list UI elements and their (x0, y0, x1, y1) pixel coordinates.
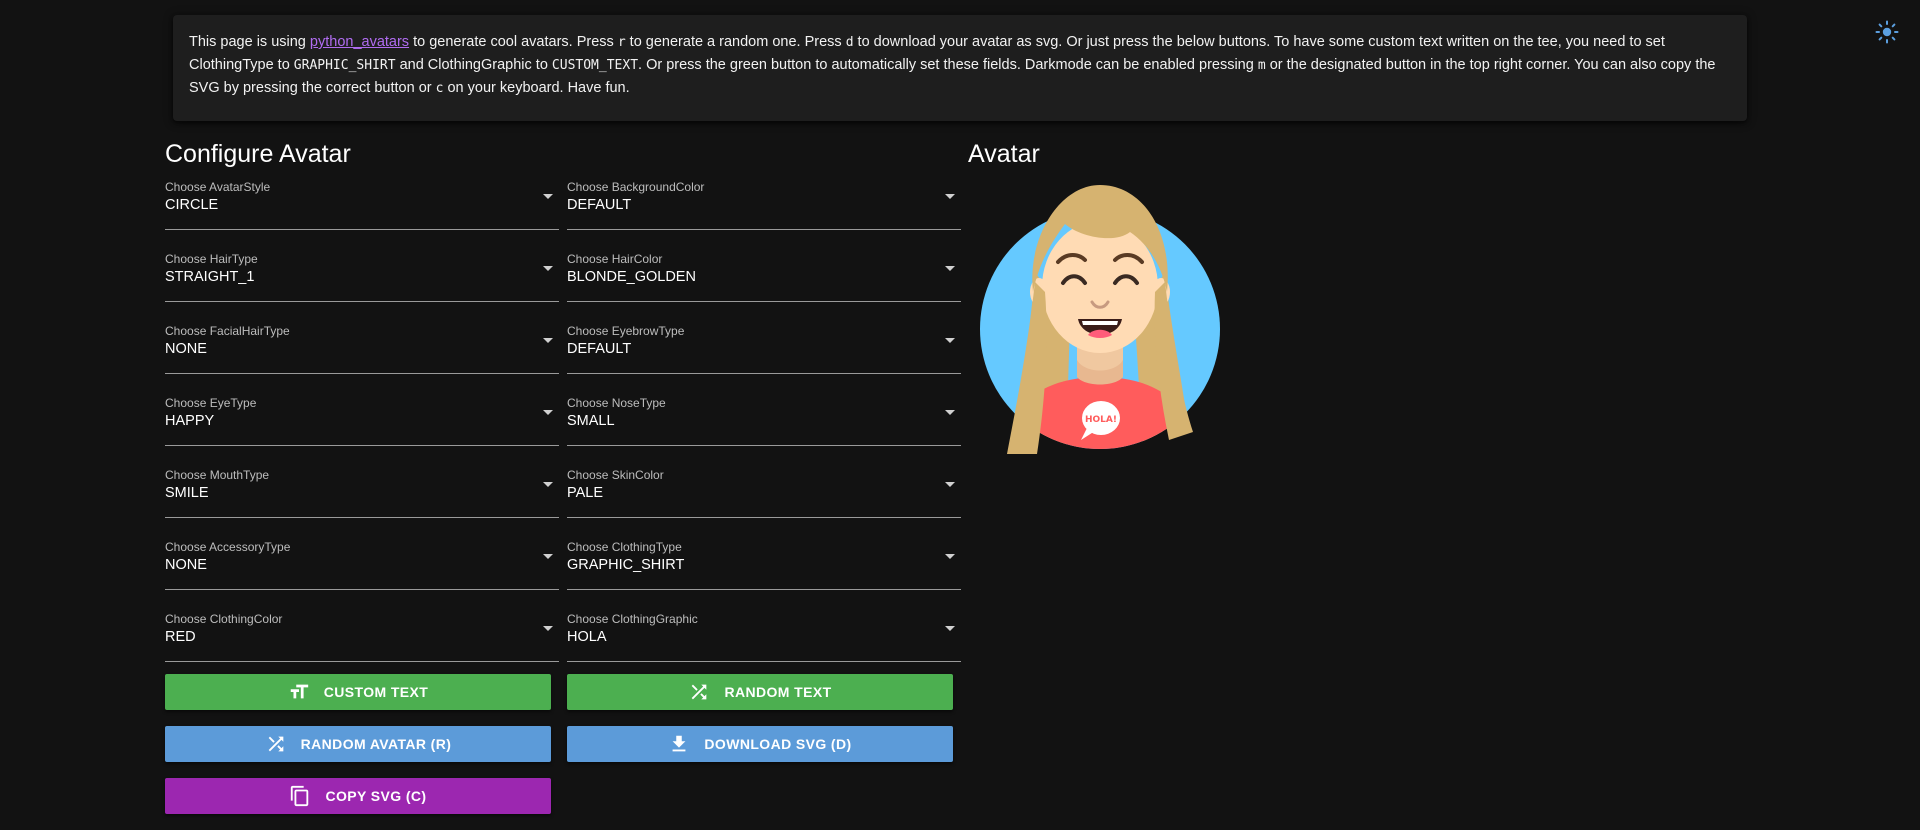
clothing-type-select[interactable]: Choose ClothingType GRAPHIC_SHIRT (567, 540, 961, 590)
field-value: PALE (567, 485, 604, 501)
facial-hair-type-select[interactable]: Choose FacialHairType NONE (165, 324, 559, 374)
field-value: RED (165, 629, 196, 645)
avatar-style-select[interactable]: Choose AvatarStyle CIRCLE (165, 180, 559, 230)
theme-toggle-button[interactable] (1874, 19, 1900, 45)
button-label: COPY SVG (C) (325, 788, 427, 804)
button-label: RANDOM AVATAR (R) (300, 736, 452, 752)
field-label: Choose MouthType (165, 468, 270, 482)
info-text-2: to generate cool avatars. Press (409, 34, 618, 50)
copy-svg-button[interactable]: COPY SVG (C) (165, 778, 551, 814)
key-m: m (1257, 58, 1266, 73)
download-svg-button[interactable]: DOWNLOAD SVG (D) (567, 726, 953, 762)
button-label: CUSTOM TEXT (323, 684, 429, 700)
dropdown-arrow-icon (945, 482, 955, 487)
hair-type-select[interactable]: Choose HairType STRAIGHT_1 (165, 252, 559, 302)
dropdown-arrow-icon (945, 194, 955, 199)
dropdown-arrow-icon (543, 266, 553, 271)
field-label: Choose AccessoryType (165, 540, 291, 554)
dropdown-arrow-icon (543, 482, 553, 487)
info-text-6: . Or press the green button to automatic… (638, 57, 1258, 73)
field-value: DEFAULT (567, 341, 632, 357)
field-label: Choose AvatarStyle (165, 180, 271, 194)
eye-type-select[interactable]: Choose EyeType HAPPY (165, 396, 559, 446)
info-text-3: to generate a random one. Press (625, 34, 846, 50)
shuffle-icon (692, 684, 707, 700)
background-color-select[interactable]: Choose BackgroundColor DEFAULT (567, 180, 961, 230)
copy-icon (291, 785, 309, 807)
dropdown-arrow-icon (945, 410, 955, 415)
random-avatar-button[interactable]: RANDOM AVATAR (R) (165, 726, 551, 762)
avatar-image: HOLA! (975, 182, 1245, 454)
field-label: Choose NoseType (567, 396, 666, 410)
info-text-8: on your keyboard. Have fun. (443, 80, 630, 96)
field-value: SMALL (567, 413, 615, 429)
field-value: NONE (165, 341, 207, 357)
field-value: GRAPHIC_SHIRT (567, 557, 685, 573)
random-text-button[interactable]: RANDOM TEXT (567, 674, 953, 710)
dropdown-arrow-icon (543, 194, 553, 199)
field-value: DEFAULT (567, 197, 632, 213)
info-text-1: This page is using (189, 34, 310, 50)
dropdown-arrow-icon (543, 410, 553, 415)
info-card: This page is using python_avatars to gen… (173, 15, 1747, 121)
skin-color-select[interactable]: Choose SkinColor PALE (567, 468, 961, 518)
info-text-5: and ClothingGraphic to (395, 57, 552, 73)
dropdown-arrow-icon (945, 554, 955, 559)
avatar-title: Avatar (968, 140, 1040, 168)
sun-icon (1875, 20, 1899, 44)
field-label: Choose ClothingGraphic (567, 612, 698, 626)
field-label: Choose SkinColor (567, 468, 664, 482)
field-value: NONE (165, 557, 207, 573)
dropdown-arrow-icon (543, 338, 553, 343)
field-value: SMILE (165, 485, 209, 501)
download-icon (672, 735, 686, 752)
field-label: Choose FacialHairType (165, 324, 290, 338)
field-label: Choose ClothingType (567, 540, 682, 554)
dropdown-arrow-icon (543, 626, 553, 631)
avatar-graphic-text: HOLA! (1085, 415, 1117, 425)
field-label: Choose BackgroundColor (567, 180, 705, 194)
graphic-shirt-code: GRAPHIC_SHIRT (293, 58, 396, 73)
hair-color-select[interactable]: Choose HairColor BLONDE_GOLDEN (567, 252, 961, 302)
configure-avatar-title: Configure Avatar (165, 140, 351, 168)
nose-type-select[interactable]: Choose NoseType SMALL (567, 396, 961, 446)
field-value: HOLA (567, 629, 607, 645)
field-label: Choose HairColor (567, 252, 663, 266)
dropdown-arrow-icon (945, 266, 955, 271)
mouth-type-select[interactable]: Choose MouthType SMILE (165, 468, 559, 518)
field-label: Choose EyebrowType (567, 324, 685, 338)
eyebrow-type-select[interactable]: Choose EyebrowType DEFAULT (567, 324, 961, 374)
dropdown-arrow-icon (945, 338, 955, 343)
button-label: DOWNLOAD SVG (D) (704, 736, 852, 752)
field-label: Choose EyeType (165, 396, 257, 410)
clothing-color-select[interactable]: Choose ClothingColor RED (165, 612, 559, 662)
custom-text-button[interactable]: CUSTOM TEXT (165, 674, 551, 710)
field-value: BLONDE_GOLDEN (567, 269, 696, 285)
clothing-graphic-select[interactable]: Choose ClothingGraphic HOLA (567, 612, 961, 662)
accessory-type-select[interactable]: Choose AccessoryType NONE (165, 540, 559, 590)
format-size-icon (290, 684, 308, 699)
dropdown-arrow-icon (945, 626, 955, 631)
dropdown-arrow-icon (543, 554, 553, 559)
key-r: r (617, 35, 626, 50)
key-d: d (845, 35, 854, 50)
field-label: Choose HairType (165, 252, 258, 266)
button-label: RANDOM TEXT (724, 684, 832, 700)
custom-text-code: CUSTOM_TEXT (551, 58, 639, 73)
field-value: CIRCLE (165, 197, 219, 213)
python-avatars-link[interactable]: python_avatars (310, 34, 409, 50)
field-value: HAPPY (165, 413, 215, 429)
field-label: Choose ClothingColor (165, 612, 283, 626)
shuffle-icon (268, 736, 283, 752)
field-value: STRAIGHT_1 (165, 269, 255, 285)
